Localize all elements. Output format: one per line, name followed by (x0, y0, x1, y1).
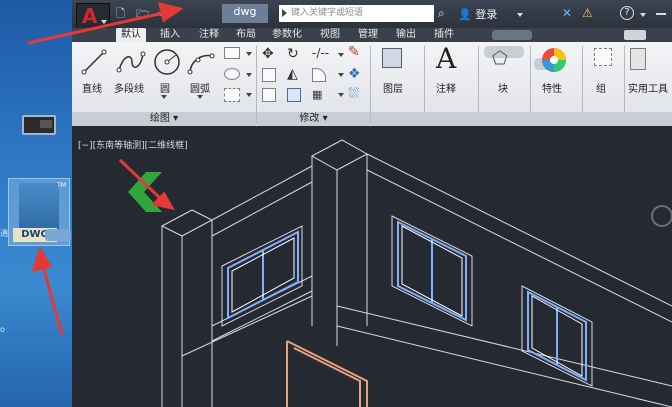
ellipse-dropdown-icon[interactable] (246, 73, 252, 77)
arc-dropdown-icon[interactable] (197, 95, 203, 99)
tab-plugins[interactable]: 插件 (434, 28, 454, 42)
fillet-dropdown-icon[interactable] (338, 73, 344, 77)
group-icon[interactable] (594, 48, 612, 66)
tab-insert[interactable]: 插入 (160, 28, 180, 42)
arc-tool-label: 圆弧 (190, 84, 210, 95)
tab-annotate[interactable]: 注释 (199, 28, 219, 42)
desktop-background: TM DWG 通 o (0, 0, 76, 407)
autocad-logo-icon: A (82, 4, 98, 28)
hatch-tool-icon[interactable] (224, 88, 240, 102)
copy-tool-icon[interactable] (262, 68, 276, 82)
offset-tool-icon[interactable]: ⛆ (348, 86, 359, 102)
erase-tool-icon[interactable]: ✎ (348, 44, 360, 60)
title-bar: A 🗋 🗁 » dwg 键入关键字或短语 ⌕ 👤 登录 ✕ ⚠ ? (72, 0, 672, 29)
tab-parametric[interactable]: 参数化 (272, 28, 302, 42)
layers-label: 图层 (383, 84, 403, 95)
hatch-dropdown-icon[interactable] (246, 93, 252, 97)
desktop-side-text-2: o (0, 325, 5, 334)
dwg-file-icon[interactable]: TM DWG (8, 178, 71, 246)
drawing-canvas[interactable]: [−][东南等轴测][二维线框] (72, 126, 672, 407)
move-tool-icon[interactable]: ✥ (262, 46, 274, 62)
layers-icon[interactable] (382, 48, 402, 68)
new-file-icon[interactable]: 🗋 (116, 8, 125, 20)
chevron-down-icon (101, 20, 107, 24)
login-button[interactable]: 👤 登录 (458, 6, 497, 22)
search-placeholder: 键入关键字或短语 (291, 8, 364, 18)
autocad-window: A 🗋 🗁 » dwg 键入关键字或短语 ⌕ 👤 登录 ✕ ⚠ ? 默认 插入 … (72, 0, 672, 407)
draw-panel-label: 绘图 (149, 113, 170, 124)
tab-layout[interactable]: 布局 (236, 28, 256, 42)
ribbon-tabs: 默认 插入 注释 布局 参数化 视图 管理 输出 插件 (72, 28, 672, 42)
properties-color-wheel-icon[interactable] (540, 46, 568, 74)
application-menu-button[interactable]: A (76, 3, 110, 29)
help-dropdown-icon[interactable] (640, 13, 646, 17)
desktop-shortcut-icon[interactable] (22, 115, 56, 135)
desktop-side-text: 通 (0, 229, 8, 238)
explode-tool-icon[interactable]: ❖ (348, 66, 361, 82)
blurred-filename (45, 229, 71, 241)
dwg-file-graphic (19, 183, 59, 231)
minimize-icon[interactable] (656, 13, 666, 15)
stretch-tool-icon[interactable] (262, 88, 276, 102)
tab-default[interactable]: 默认 (116, 28, 146, 42)
array-tool-icon[interactable]: ▦ (312, 88, 326, 102)
draw-panel-title[interactable]: 绘图 ▾ (72, 112, 256, 126)
modify-panel-title[interactable]: 修改 ▾ (257, 112, 370, 126)
calculator-icon[interactable] (630, 48, 646, 70)
ribbon-panel: 直线 多段线 圆 圆弧 ✥ ↻ -/-- ✎ ◭ ❖ ▦ ⛆ 图层 A 注释 ⬠… (72, 42, 672, 126)
exchange-icon[interactable]: ✕ (562, 6, 572, 20)
more-tools-icon[interactable]: » (157, 8, 164, 20)
circle-tool-icon[interactable] (152, 47, 182, 77)
autodesk-store-icon[interactable]: ⚠ (582, 6, 593, 20)
array-dropdown-icon[interactable] (338, 93, 344, 97)
tab-manage[interactable]: 管理 (358, 28, 378, 42)
block-label: 块 (498, 84, 508, 95)
login-label: 登录 (475, 8, 498, 21)
ellipse-tool-icon[interactable] (224, 68, 240, 80)
blurred-tab (492, 30, 532, 40)
rectangle-dropdown-icon[interactable] (246, 52, 252, 56)
tab-output[interactable]: 输出 (396, 28, 416, 42)
window-title: dwg (222, 4, 268, 23)
line-tool-icon[interactable] (80, 48, 108, 76)
trim-tool-icon[interactable]: -/-- (312, 46, 329, 60)
binoculars-search-icon[interactable]: ⌕ (438, 6, 445, 21)
scale-tool-icon[interactable] (287, 88, 301, 102)
line-tool-label: 直线 (82, 84, 102, 95)
dwg-tm-mark: TM (57, 182, 66, 189)
navigation-wheel-icon[interactable] (651, 205, 672, 227)
circle-tool-label: 圆 (160, 84, 170, 95)
arc-tool-icon[interactable] (186, 48, 216, 76)
user-icon: 👤 (458, 8, 472, 21)
trim-dropdown-icon[interactable] (338, 53, 344, 57)
polyline-tool-label: 多段线 (114, 84, 144, 95)
ribbon-bottom-bar (371, 112, 672, 126)
tab-view[interactable]: 视图 (320, 28, 340, 42)
utilities-label: 实用工具 (628, 84, 668, 95)
insert-block-icon[interactable]: ⬠ (492, 48, 508, 69)
ribbon-minimize-button[interactable] (624, 30, 646, 40)
search-expand-icon (282, 8, 287, 17)
mirror-tool-icon[interactable]: ◭ (287, 66, 298, 82)
search-input[interactable]: 键入关键字或短语 (279, 5, 434, 22)
annotation-icon[interactable]: A (436, 42, 456, 75)
array-grid-icon: ▦ (312, 88, 323, 101)
group-label: 组 (596, 84, 606, 95)
circle-dropdown-icon[interactable] (161, 95, 167, 99)
fillet-tool-icon[interactable] (312, 68, 326, 82)
login-dropdown-icon[interactable] (517, 13, 523, 17)
viewcube-icon[interactable] (128, 172, 162, 212)
annotation-label: 注释 (436, 84, 456, 95)
rectangle-tool-icon[interactable] (224, 47, 240, 59)
rotate-tool-icon[interactable]: ↻ (287, 46, 299, 62)
open-file-icon[interactable]: 🗁 (136, 8, 150, 20)
help-icon[interactable]: ? (620, 6, 634, 20)
properties-label: 特性 (542, 84, 562, 95)
polyline-tool-icon[interactable] (116, 48, 146, 76)
isometric-wireframe-drawing (128, 139, 672, 407)
modify-panel-label: 修改 (299, 113, 320, 124)
